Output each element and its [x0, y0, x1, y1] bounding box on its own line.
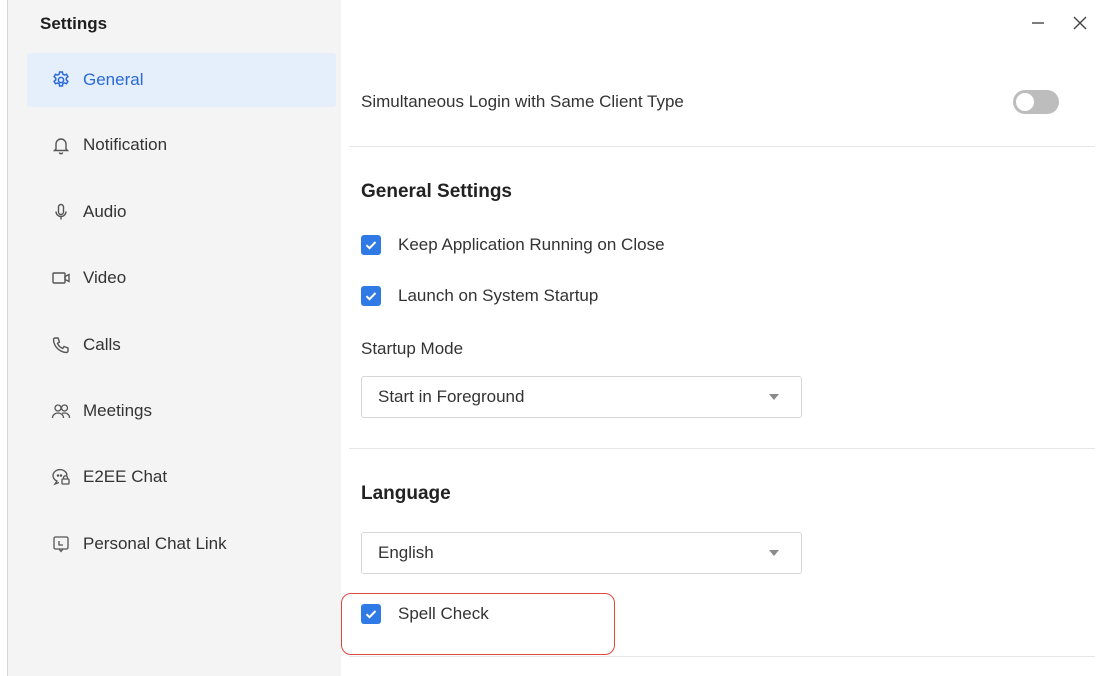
language-title: Language	[361, 483, 451, 504]
video-camera-icon	[51, 268, 71, 288]
gear-icon	[51, 70, 71, 90]
microphone-icon	[51, 202, 71, 222]
chevron-down-icon	[769, 550, 779, 556]
sidebar-item-audio[interactable]: Audio	[27, 185, 336, 239]
startup-mode-label: Startup Mode	[361, 339, 464, 358]
simultaneous-login-toggle[interactable]	[1013, 90, 1059, 114]
checkmark-icon	[365, 610, 377, 619]
sidebar-item-label: Audio	[83, 202, 127, 221]
settings-window: Settings General Notification Audio Vide…	[0, 0, 1103, 676]
sidebar-item-video[interactable]: Video	[27, 251, 336, 305]
sidebar-item-label: Meetings	[83, 401, 152, 420]
settings-content: Simultaneous Login with Same Client Type…	[341, 0, 1103, 676]
divider	[349, 146, 1095, 147]
launch-on-startup-label: Launch on System Startup	[398, 286, 599, 305]
language-select[interactable]: English	[361, 532, 802, 574]
sidebar-item-label: E2EE Chat	[83, 467, 168, 486]
phone-icon	[51, 335, 71, 355]
spell-check-checkbox-row[interactable]: Spell Check	[361, 604, 489, 624]
toggle-knob	[1016, 93, 1034, 111]
encrypted-chat-icon	[51, 467, 71, 487]
sidebar-item-label: Personal Chat Link	[83, 534, 227, 553]
chat-link-icon	[51, 534, 71, 554]
sidebar-item-meetings[interactable]: Meetings	[27, 384, 336, 438]
checkmark-icon	[365, 292, 377, 301]
keep-running-checkbox[interactable]	[361, 235, 381, 255]
sidebar-item-label: Notification	[83, 135, 168, 154]
simultaneous-login-label: Simultaneous Login with Same Client Type	[361, 92, 684, 111]
checkmark-icon	[365, 241, 377, 250]
divider	[349, 656, 1095, 657]
sidebar: Settings General Notification Audio Vide…	[8, 0, 341, 676]
annotation-highlight-box	[341, 593, 615, 655]
keep-running-checkbox-row[interactable]: Keep Application Running on Close	[361, 235, 665, 255]
general-settings-title: General Settings	[361, 181, 512, 202]
window-title: Settings	[40, 14, 108, 33]
launch-on-startup-checkbox-row[interactable]: Launch on System Startup	[361, 286, 598, 306]
startup-mode-value: Start in Foreground	[378, 387, 525, 406]
keep-running-label: Keep Application Running on Close	[398, 235, 665, 254]
bell-icon	[51, 135, 71, 155]
sidebar-item-calls[interactable]: Calls	[27, 318, 336, 372]
sidebar-item-label: Calls	[83, 335, 121, 354]
divider	[349, 448, 1095, 449]
sidebar-item-general[interactable]: General	[27, 53, 336, 107]
sidebar-item-label: Video	[83, 268, 127, 287]
spell-check-label: Spell Check	[398, 604, 489, 623]
sidebar-item-label: General	[83, 70, 144, 89]
sidebar-item-e2ee-chat[interactable]: E2EE Chat	[27, 450, 336, 504]
startup-mode-select[interactable]: Start in Foreground	[361, 376, 802, 418]
launch-on-startup-checkbox[interactable]	[361, 286, 381, 306]
people-icon	[51, 401, 71, 421]
spell-check-checkbox[interactable]	[361, 604, 381, 624]
sidebar-item-notification[interactable]: Notification	[27, 118, 336, 172]
language-value: English	[378, 543, 434, 562]
chevron-down-icon	[769, 394, 779, 400]
sidebar-item-personal-chat-link[interactable]: Personal Chat Link	[27, 517, 336, 571]
